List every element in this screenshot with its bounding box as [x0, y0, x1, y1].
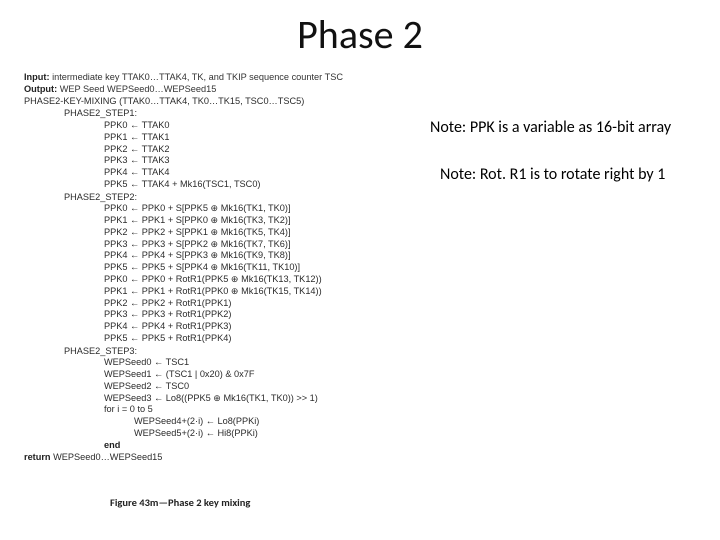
- end-kw: end: [104, 440, 120, 450]
- step3-line: WEPSeed1 ← (TSC1 | 0x20) & 0x7F: [24, 369, 424, 381]
- step2-line: PPK5 ← PPK5 + S[PPK4 ⊕ Mk16(TK11, TK10)]: [24, 262, 424, 274]
- step3-label: PHASE2_STEP3:: [24, 346, 424, 358]
- output-line: Output: WEP Seed WEPSeed0…WEPSeed15: [24, 84, 424, 96]
- step1-line: PPK1 ← TTAK1: [24, 132, 424, 144]
- input-text: intermediate key TTAK0…TTAK4, TK, and TK…: [52, 72, 343, 82]
- output-text: WEP Seed WEPSeed0…WEPSeed15: [60, 84, 217, 94]
- step1-line: PPK5 ← TTAK4 + Mk16(TSC1, TSC0): [24, 179, 424, 191]
- slide-title: Phase 2: [0, 10, 720, 59]
- step2-line: PPK2 ← PPK2 + RotR1(PPK1): [24, 298, 424, 310]
- step2-line: PPK3 ← PPK3 + S[PPK2 ⊕ Mk16(TK7, TK6)]: [24, 239, 424, 251]
- figure-caption-bold: Figure 43m—Phase 2 key mixing: [110, 496, 250, 509]
- note-rotr1: Note: Rot. R1 is to rotate right by 1: [440, 165, 665, 184]
- step2-line: PPK5 ← PPK5 + RotR1(PPK4): [24, 333, 424, 345]
- step3-loop-line: WEPSeed4+(2·i) ← Lo8(PPKi): [24, 416, 424, 428]
- step2-line: PPK1 ← PPK1 + RotR1(PPK0 ⊕ Mk16(TK15, TK…: [24, 286, 424, 298]
- step3-for: for i = 0 to 5: [24, 404, 424, 416]
- figure-caption: Figure 43m—Phase 2 key mixing: [110, 496, 250, 509]
- step2-line: PPK0 ← PPK0 + RotR1(PPK5 ⊕ Mk16(TK13, TK…: [24, 274, 424, 286]
- end-line: end: [24, 440, 424, 452]
- step2-line: PPK2 ← PPK2 + S[PPK1 ⊕ Mk16(TK5, TK4)]: [24, 227, 424, 239]
- step1-line: PPK2 ← TTAK2: [24, 144, 424, 156]
- step2-line: PPK3 ← PPK3 + RotR1(PPK2): [24, 309, 424, 321]
- step1-line: PPK4 ← TTAK4: [24, 167, 424, 179]
- return-val: WEPSeed0…WEPSeed15: [53, 452, 162, 462]
- algorithm-block: Input: intermediate key TTAK0…TTAK4, TK,…: [24, 72, 424, 463]
- step2-line: PPK4 ← PPK4 + RotR1(PPK3): [24, 321, 424, 333]
- step1-line: PPK3 ← TTAK3: [24, 155, 424, 167]
- step2-line: PPK1 ← PPK1 + S[PPK0 ⊕ Mk16(TK3, TK2)]: [24, 215, 424, 227]
- step3-line: WEPSeed2 ← TSC0: [24, 381, 424, 393]
- step2-line: PPK4 ← PPK4 + S[PPK3 ⊕ Mk16(TK9, TK8)]: [24, 250, 424, 262]
- call-line: PHASE2-KEY-MIXING (TTAK0…TTAK4, TK0…TK15…: [24, 96, 424, 108]
- return-kw: return: [24, 452, 53, 462]
- step3-line: WEPSeed3 ← Lo8((PPK5 ⊕ Mk16(TK1, TK0)) >…: [24, 393, 424, 405]
- step1-label: PHASE2_STEP1:: [24, 108, 424, 120]
- return-line: return WEPSeed0…WEPSeed15: [24, 452, 424, 464]
- step3-loop-line: WEPSeed5+(2·i) ← Hi8(PPKi): [24, 428, 424, 440]
- step2-line: PPK0 ← PPK0 + S[PPK5 ⊕ Mk16(TK1, TK0)]: [24, 203, 424, 215]
- step1-line: PPK0 ← TTAK0: [24, 120, 424, 132]
- step2-label: PHASE2_STEP2:: [24, 192, 424, 204]
- note-ppk: Note: PPK is a variable as 16-bit array: [430, 118, 671, 137]
- input-line: Input: intermediate key TTAK0…TTAK4, TK,…: [24, 72, 424, 84]
- slide: Phase 2 Note: PPK is a variable as 16-bi…: [0, 0, 720, 540]
- step3-line: WEPSeed0 ← TSC1: [24, 357, 424, 369]
